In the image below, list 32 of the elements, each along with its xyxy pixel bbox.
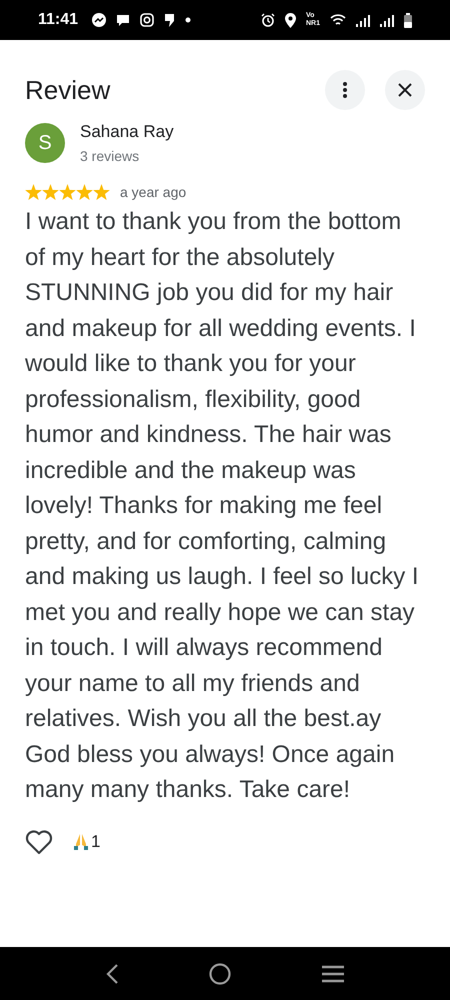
messenger-icon xyxy=(92,13,106,27)
wifi-icon xyxy=(330,14,346,26)
chat-icon xyxy=(116,14,130,26)
signal-icon xyxy=(356,14,370,26)
recent-apps-button[interactable] xyxy=(321,964,345,982)
dialog-title: Review xyxy=(25,74,112,106)
alarm-icon xyxy=(260,13,275,27)
star-icon xyxy=(42,184,59,200)
reaction-count: 1 xyxy=(91,832,100,852)
reviewer-name[interactable]: Sahana Ray xyxy=(80,122,174,142)
notification-dot-icon xyxy=(185,17,192,23)
review-count: 3 reviews xyxy=(80,148,140,164)
camera-icon xyxy=(140,13,154,27)
close-button[interactable] xyxy=(385,70,425,110)
home-button[interactable] xyxy=(209,962,231,984)
close-icon xyxy=(398,83,412,97)
location-icon xyxy=(284,12,296,28)
signal-icon xyxy=(380,14,394,26)
more-button[interactable] xyxy=(325,70,365,110)
star-icon xyxy=(59,184,76,200)
star-icon xyxy=(93,184,110,200)
like-button[interactable] xyxy=(25,830,53,854)
status-time: 11:41 xyxy=(38,11,78,29)
praying-hands-icon xyxy=(73,833,89,851)
back-button[interactable] xyxy=(105,962,119,984)
more-icon xyxy=(343,82,347,98)
star-icon xyxy=(76,184,93,200)
review-text: I want to thank you from the bottom of my heart for the absolutely STUNNING job you did for my hair and makeup for all wedding events. I would like to thank you for your professionalism, flexibility, good humor and kindness. The hair was incredible and the makeup was lovely! Thanks for making me feel pretty, and for comforting, calming and making us laugh. I feel so lucky I met you and really hope we can stay in touch. I will always recommend your name to all my friends and relatives. Wish you all the best.ay God bless you always! Once again many many thanks. Take care! xyxy=(25,207,420,805)
star-icon xyxy=(25,184,42,200)
review-date: a year ago xyxy=(120,184,186,200)
battery-icon xyxy=(404,12,412,28)
app-icon xyxy=(164,12,176,28)
